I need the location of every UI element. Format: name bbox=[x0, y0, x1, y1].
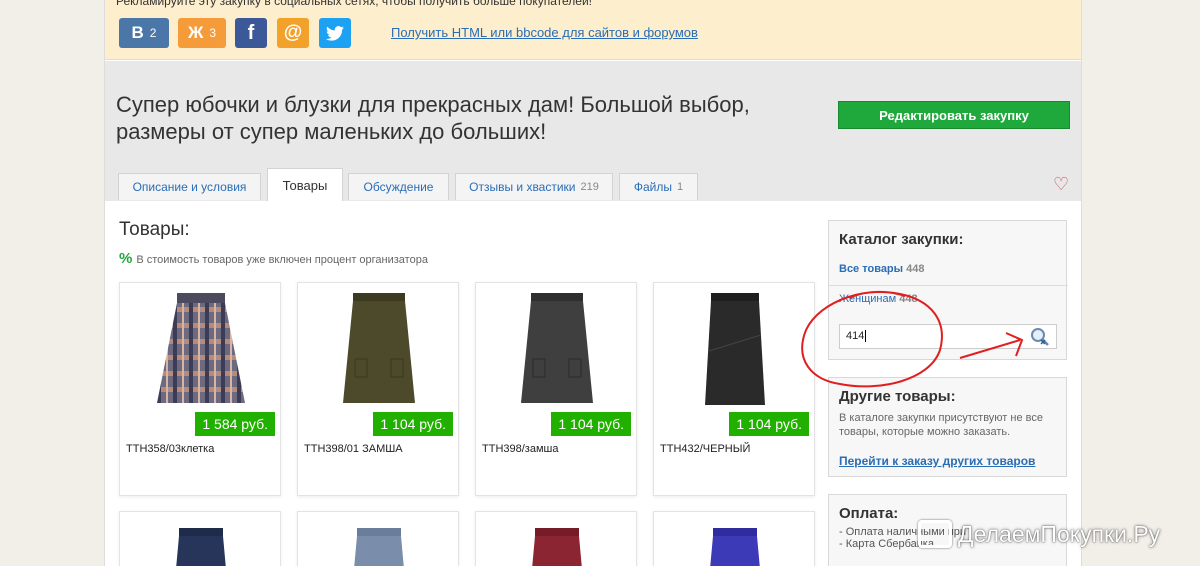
catalog-all-products[interactable]: Все товары 448 bbox=[839, 263, 924, 275]
catalog-divider bbox=[829, 285, 1068, 286]
odnoklassniki-icon: Ж bbox=[187, 23, 204, 42]
other-products-text: В каталоге закупки присутствуют не все т… bbox=[839, 412, 1043, 438]
product-card[interactable] bbox=[297, 511, 459, 566]
odnoklassniki-share-count: 3 bbox=[209, 26, 217, 40]
order-other-products-link[interactable]: Перейти к заказу других товаров bbox=[839, 454, 1035, 468]
tab-description[interactable]: Описание и условия bbox=[118, 173, 261, 200]
product-name[interactable]: ТТН398/замша bbox=[482, 443, 558, 455]
product-price: 1 104 руб. bbox=[551, 412, 631, 436]
watermark: ДелаемПокупки.Ру bbox=[918, 520, 1160, 548]
tab-label: Отзывы и хвастики bbox=[469, 180, 576, 194]
blue-skirt-image bbox=[710, 528, 760, 566]
percent-icon: % bbox=[119, 250, 133, 267]
mailru-icon: @ bbox=[283, 22, 303, 43]
facebook-share-button[interactable]: f bbox=[235, 18, 267, 48]
product-price: 1 104 руб. bbox=[729, 412, 809, 436]
other-products-title: Другие товары: bbox=[839, 388, 956, 405]
tab-label: Обсуждение bbox=[363, 180, 434, 194]
catalog-title: Каталог закупки: bbox=[839, 231, 964, 248]
tab-files[interactable]: Файлы 1 bbox=[619, 173, 698, 200]
vk-share-count: 2 bbox=[149, 26, 157, 40]
black-skirt-image bbox=[705, 293, 765, 405]
product-card[interactable]: 1 584 руб. ТТН358/03клетка bbox=[119, 282, 281, 496]
product-price: 1 104 руб. bbox=[373, 412, 453, 436]
product-card[interactable] bbox=[119, 511, 281, 566]
mailru-share-button[interactable]: @ bbox=[277, 18, 309, 48]
plaid-skirt-image bbox=[157, 293, 245, 403]
catalog-search-input[interactable]: 414 bbox=[839, 324, 1057, 349]
burgundy-skirt-image bbox=[532, 528, 582, 566]
tab-products[interactable]: Товары bbox=[267, 168, 343, 201]
tab-reviews[interactable]: Отзывы и хвастики 219 bbox=[455, 173, 613, 200]
note-text: В стоимость товаров уже включен процент … bbox=[136, 254, 428, 266]
share-bar: Рекламируйте эту закупку в социальных се… bbox=[105, 0, 1081, 60]
odnoklassniki-share-button[interactable]: Ж 3 bbox=[178, 18, 226, 48]
vk-share-button[interactable]: B 2 bbox=[119, 18, 169, 48]
women-label: Женщинам bbox=[839, 293, 897, 305]
women-count: 448 bbox=[899, 293, 918, 305]
purchase-header: Супер юбочки и блузки для прекрасных дам… bbox=[105, 61, 1081, 201]
product-card[interactable] bbox=[653, 511, 815, 566]
vk-icon: B bbox=[131, 23, 144, 42]
products-title: Товары: bbox=[119, 219, 190, 240]
catalog-box: Каталог закупки: Все товары 448 Женщинам… bbox=[828, 220, 1068, 360]
search-value: 414 bbox=[846, 330, 865, 342]
all-products-label: Все товары bbox=[839, 263, 904, 275]
tab-label: Файлы bbox=[633, 180, 672, 194]
other-products-box: Другие товары: В каталоге закупки присут… bbox=[828, 377, 1067, 477]
facebook-icon: f bbox=[247, 21, 255, 44]
product-card[interactable]: 1 104 руб. ТТН432/ЧЕРНЫЙ bbox=[653, 282, 815, 496]
text-cursor bbox=[865, 330, 867, 342]
twitter-icon bbox=[326, 25, 344, 41]
organizer-percent-note: % В стоимость товаров уже включен процент… bbox=[119, 250, 428, 267]
suede-skirt-image bbox=[343, 293, 415, 403]
product-card[interactable]: 1 104 руб. ТТН398/замша bbox=[475, 282, 637, 496]
search-clear-icon[interactable] bbox=[1030, 327, 1050, 347]
product-price: 1 584 руб. bbox=[195, 412, 275, 436]
get-html-bbcode-link[interactable]: Получить HTML или bbcode для сайтов и фо… bbox=[391, 25, 698, 40]
navy-skirt-image bbox=[176, 528, 226, 566]
tab-label: Описание и условия bbox=[132, 180, 247, 194]
cart-icon bbox=[918, 520, 952, 548]
catalog-women[interactable]: Женщинам 448 bbox=[839, 293, 918, 305]
product-card[interactable] bbox=[475, 511, 637, 566]
product-name[interactable]: ТТН398/01 ЗАМША bbox=[304, 443, 403, 455]
edit-purchase-button[interactable]: Редактировать закупку bbox=[838, 101, 1070, 129]
page-background-right bbox=[1082, 0, 1200, 566]
tab-count: 219 bbox=[580, 181, 599, 193]
twitter-share-button[interactable] bbox=[319, 18, 351, 48]
heart-icon[interactable]: ♡ bbox=[1053, 174, 1069, 195]
tab-discussion[interactable]: Обсуждение bbox=[348, 173, 449, 200]
grey-suede-skirt-image bbox=[521, 293, 593, 403]
product-name[interactable]: ТТН432/ЧЕРНЫЙ bbox=[660, 443, 750, 455]
purchase-page: Рекламируйте эту закупку в социальных се… bbox=[104, 0, 1082, 566]
all-products-count: 448 bbox=[906, 263, 925, 275]
page-title: Супер юбочки и блузки для прекрасных дам… bbox=[116, 92, 750, 144]
share-text: Рекламируйте эту закупку в социальных се… bbox=[116, 0, 592, 8]
tab-count: 1 bbox=[677, 181, 684, 193]
light-blue-skirt-image bbox=[354, 528, 404, 566]
product-card[interactable]: 1 104 руб. ТТН398/01 ЗАМША bbox=[297, 282, 459, 496]
product-name[interactable]: ТТН358/03клетка bbox=[126, 443, 214, 455]
watermark-text: ДелаемПокупки.Ру bbox=[958, 520, 1161, 547]
tab-label: Товары bbox=[282, 177, 328, 193]
